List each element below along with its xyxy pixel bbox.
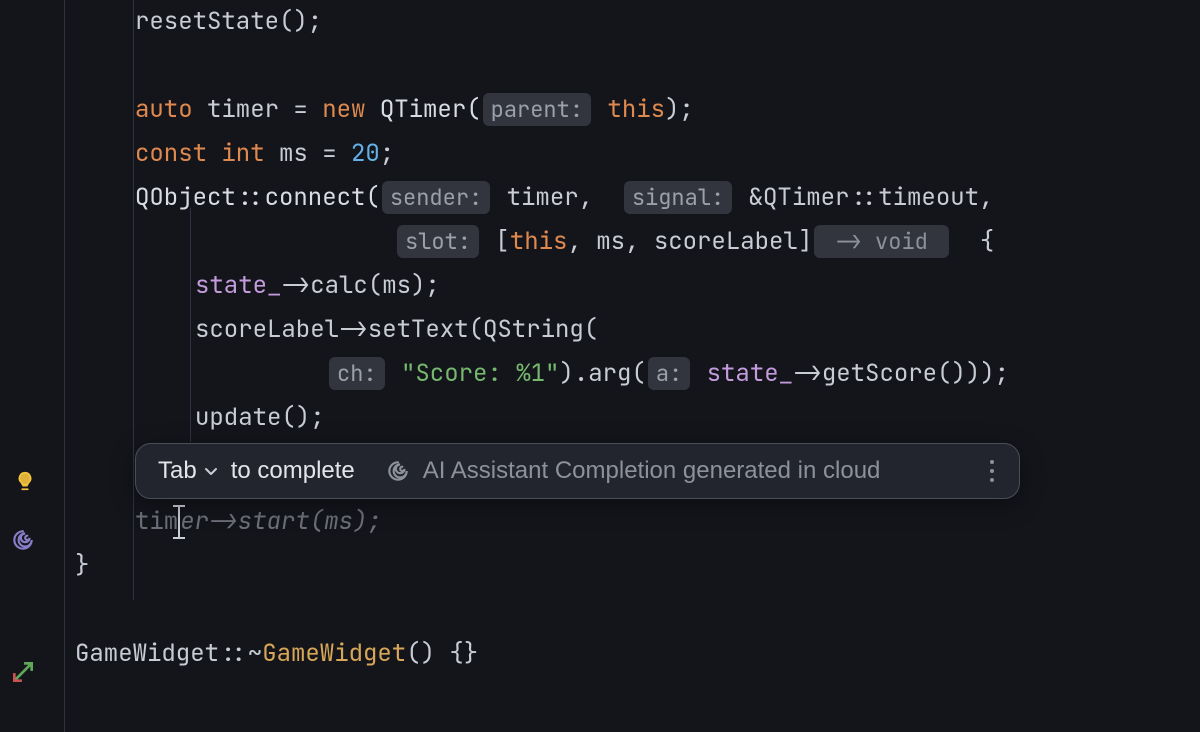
member: state_: [692, 358, 793, 389]
code-token: timer,: [492, 182, 622, 213]
to-complete-label: to complete: [231, 459, 355, 483]
code-token: timer =: [193, 94, 323, 125]
code-token: }: [75, 550, 89, 581]
ai-spiral-icon[interactable]: [8, 525, 38, 555]
code-token: update();: [195, 402, 325, 433]
code-line: update();: [75, 396, 1200, 440]
code-line: resetState();: [75, 0, 1200, 44]
code-token: ).arg(: [559, 358, 645, 389]
blank-line: [75, 588, 1200, 632]
code-token: {: [951, 226, 994, 257]
code-token: [: [481, 226, 510, 257]
more-vertical-icon[interactable]: [983, 460, 1001, 482]
code-line: auto timer = new QTimer(parent: this);: [75, 88, 1200, 132]
string-literal: "Score: %1": [387, 358, 560, 389]
code-token: ;: [380, 138, 394, 169]
member: state_: [195, 270, 281, 301]
keyword: this: [510, 226, 568, 257]
inlay-hint: a:: [648, 357, 690, 390]
lightbulb-icon[interactable]: [10, 466, 40, 496]
number-literal: 20: [351, 138, 380, 169]
indent-guide: [190, 208, 191, 442]
blank-line: [75, 44, 1200, 88]
keyword: this: [593, 94, 665, 125]
code-line: const int ms = 20;: [75, 132, 1200, 176]
chevron-down-icon[interactable]: [203, 463, 219, 479]
inlay-hint: ch:: [329, 357, 385, 390]
code-token: );: [665, 94, 694, 125]
code-editor[interactable]: resetState(); auto timer = new QTimer(pa…: [0, 0, 1200, 732]
code-line: ch: "Score: %1").arg(a: state_->getScore…: [75, 352, 1200, 396]
code-token: , ms, scoreLabel]: [567, 226, 812, 257]
ai-ghost-completion: timer->start(ms);: [75, 500, 1200, 544]
code-token: ->getScore()));: [793, 358, 1009, 389]
ai-completion-popup: Tab to complete AI Assistant Completion …: [135, 443, 1020, 499]
code-line: slot: [this, ms, scoreLabel] -> void {: [75, 220, 1200, 264]
tab-label: Tab: [158, 459, 197, 483]
destructor-name: GameWidget: [262, 638, 406, 669]
code-token: resetState();: [135, 6, 322, 37]
code-line: QObject::connect(sender: timer, signal: …: [75, 176, 1200, 220]
code-line: GameWidget::~GameWidget() {}: [75, 632, 1200, 676]
inherit-override-icon[interactable]: [8, 657, 38, 687]
inlay-hint: slot:: [397, 225, 479, 258]
ai-completion-source-label: AI Assistant Completion generated in clo…: [423, 459, 971, 483]
inlay-hint: -> void: [814, 225, 949, 258]
ghost-text: er->start(ms);: [180, 506, 382, 537]
code-line: state_->calc(ms);: [75, 264, 1200, 308]
code-token: ->calc(ms);: [281, 270, 439, 301]
code-line: scoreLabel->setText(QString(: [75, 308, 1200, 352]
keyword: auto: [135, 94, 193, 125]
code-token: &QTimer::timeout,: [734, 182, 993, 213]
code-token: GameWidget::~: [75, 638, 262, 669]
code-text-area[interactable]: resetState(); auto timer = new QTimer(pa…: [65, 0, 1200, 732]
code-token: scoreLabel->setText(QString(: [195, 314, 598, 345]
keyword: new: [322, 94, 365, 125]
code-token: () {}: [406, 638, 478, 669]
type: QTimer(: [365, 94, 480, 125]
code-token: ms =: [265, 138, 351, 169]
text-caret: [178, 507, 180, 537]
ai-spiral-icon: [385, 458, 411, 484]
inlay-hint: signal:: [624, 181, 732, 214]
indent-guide: [133, 0, 134, 600]
inlay-hint: parent:: [483, 93, 591, 126]
tab-key-hint[interactable]: Tab: [158, 459, 219, 483]
inlay-hint: sender:: [382, 181, 490, 214]
code-line: }: [75, 544, 1200, 588]
keyword: int: [207, 138, 265, 169]
type: QObject::connect(: [135, 182, 380, 213]
keyword: const: [135, 138, 207, 169]
editor-gutter: [0, 0, 65, 732]
